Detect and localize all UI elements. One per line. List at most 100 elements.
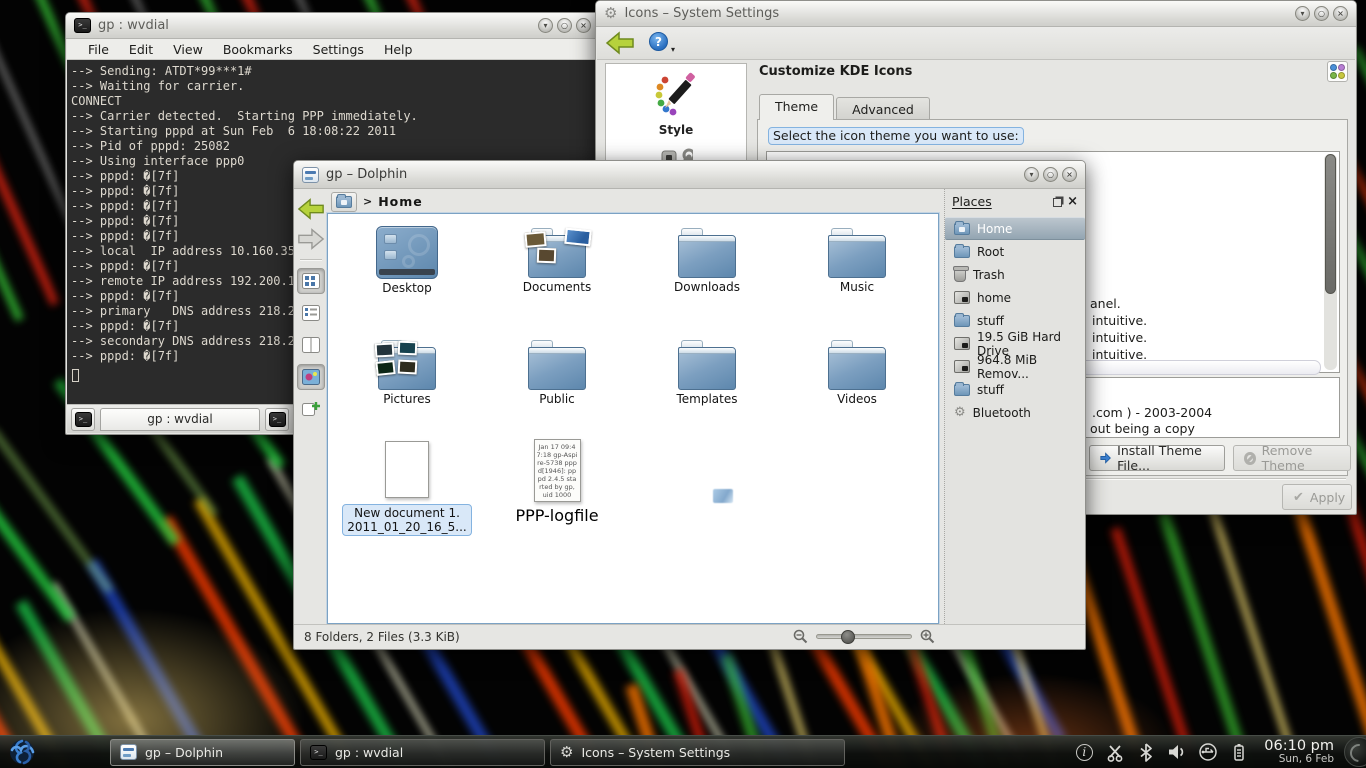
system-settings-titlebar[interactable]: ⚙ Icons – System Settings ▾ ○ × [596, 1, 1356, 27]
icons-view-icon [302, 273, 320, 289]
maximize-button[interactable]: ○ [557, 18, 572, 33]
theme-description-line: out being a copy [1090, 421, 1195, 436]
minimize-button[interactable]: ▾ [538, 18, 553, 33]
digital-clock[interactable]: 06:10 pm Sun, 6 Feb [1264, 739, 1334, 765]
new-tab-button-right[interactable]: >_ [265, 408, 289, 431]
sidebar-item-style[interactable]: Style [606, 64, 746, 137]
style-icon [653, 72, 699, 116]
removable-drive-icon [954, 360, 970, 373]
battery-icon[interactable] [1228, 741, 1250, 763]
place-bluetooth[interactable]: ⚙ Bluetooth [945, 401, 1085, 424]
klipper-scissors-icon[interactable] [1104, 741, 1126, 763]
folder-icon [678, 340, 736, 390]
dolphin-toolbar [294, 189, 327, 623]
dolphin-titlebar[interactable]: gp – Dolphin ▾ ○ × [294, 161, 1085, 189]
place-removable[interactable]: 964.8 MiB Remov... [945, 355, 1085, 378]
preview-toggle-button[interactable] [297, 364, 325, 390]
selected-file-label: New document 1. 2011_01_20_16_5... [342, 504, 471, 536]
panel-cashew-icon[interactable] [1344, 737, 1366, 767]
close-panel-icon[interactable]: × [1067, 197, 1078, 207]
konsole-tab[interactable]: gp : wvdial [100, 408, 260, 431]
forward-button[interactable] [297, 227, 325, 251]
back-button[interactable] [297, 197, 325, 221]
folder-label: Videos [784, 392, 930, 406]
place-stuff-2[interactable]: stuff [945, 378, 1085, 401]
folder-item-desktop[interactable]: Desktop [334, 220, 480, 332]
folder-item-pictures[interactable]: Pictures [334, 332, 480, 444]
details-view-button[interactable] [297, 300, 325, 326]
maximize-button[interactable]: ○ [1314, 6, 1329, 21]
file-item-ppp-logfile[interactable]: Jan 17 09:47:18 gp-Aspire-5738 pppd[1946… [484, 439, 630, 536]
task-wvdial[interactable]: >_ gp : wvdial [300, 739, 545, 766]
places-title: Places [952, 194, 1048, 209]
scrollbar[interactable] [1324, 154, 1337, 370]
menu-settings[interactable]: Settings [304, 41, 373, 58]
close-button[interactable]: × [1062, 167, 1077, 182]
zoom-in-icon[interactable] [920, 629, 935, 644]
scrollbar-thumb[interactable] [1325, 154, 1336, 294]
separator [300, 259, 322, 260]
task-system-settings[interactable]: ⚙ Icons – System Settings [550, 739, 845, 766]
folder-item-documents[interactable]: Documents [484, 220, 630, 332]
menu-help[interactable]: Help [375, 41, 422, 58]
folder-item-videos[interactable]: Videos [784, 332, 930, 444]
close-button[interactable]: × [576, 18, 591, 33]
zoom-out-icon[interactable] [793, 629, 808, 644]
usb-device-icon[interactable] [1197, 741, 1219, 763]
folder-item-public[interactable]: Public [484, 332, 630, 444]
folder-item-downloads[interactable]: Downloads [634, 220, 780, 332]
place-label: Bluetooth [973, 406, 1031, 420]
zoom-slider-handle[interactable] [841, 630, 855, 644]
tab-advanced[interactable]: Advanced [836, 97, 930, 120]
maximize-button[interactable]: ○ [1043, 167, 1058, 182]
place-home[interactable]: Home [945, 217, 1085, 240]
menu-file[interactable]: File [79, 41, 118, 58]
minimize-button[interactable]: ▾ [1295, 6, 1310, 21]
places-header: Places × [945, 189, 1085, 217]
remove-theme-label: Remove Theme [1262, 443, 1340, 473]
overview-button[interactable] [1327, 61, 1348, 82]
close-button[interactable]: × [1333, 6, 1348, 21]
file-item-new-document[interactable]: New document 1. 2011_01_20_16_5... [334, 439, 480, 536]
file-row: New document 1. 2011_01_20_16_5... Jan 1… [334, 439, 634, 536]
konsole-titlebar[interactable]: >_ gp : wvdial ▾ ○ × [66, 13, 599, 39]
place-trash[interactable]: Trash [945, 263, 1085, 286]
menu-edit[interactable]: Edit [120, 41, 162, 58]
place-root[interactable]: Root [945, 240, 1085, 263]
hard-drive-icon [954, 337, 970, 350]
app-launcher-button[interactable] [0, 738, 44, 766]
place-label: Home [977, 222, 1012, 236]
volume-icon[interactable] [1166, 741, 1188, 763]
apply-button[interactable]: ✔ Apply [1282, 484, 1352, 510]
folder-item-music[interactable]: Music [784, 220, 930, 332]
menu-bookmarks[interactable]: Bookmarks [214, 41, 302, 58]
install-theme-file-button[interactable]: Install Theme File... [1089, 445, 1225, 471]
float-panel-icon[interactable] [1053, 198, 1062, 207]
zoom-slider[interactable] [816, 634, 912, 639]
task-label: gp – Dolphin [145, 745, 223, 760]
info-icon[interactable]: i [1073, 741, 1095, 763]
help-button[interactable]: ? ▾ [649, 32, 675, 54]
icons-view-button[interactable] [297, 268, 325, 294]
place-home-partition[interactable]: home [945, 286, 1085, 309]
system-tray: i [1073, 741, 1250, 763]
task-dolphin[interactable]: gp – Dolphin [110, 739, 295, 766]
split-view-icon [302, 401, 320, 417]
back-arrow-icon[interactable] [605, 31, 635, 55]
split-view-button[interactable] [297, 396, 325, 422]
remove-theme-button[interactable]: Remove Theme [1233, 445, 1351, 471]
breadcrumb-home-button[interactable] [331, 192, 357, 212]
folder-view[interactable]: Desktop Documents Downloads [327, 213, 939, 624]
new-tab-button[interactable]: >_ [71, 408, 95, 431]
folder-label: Downloads [634, 280, 780, 294]
folder-item-templates[interactable]: Templates [634, 332, 780, 444]
gear-icon: ⚙ [560, 745, 573, 760]
details-view-icon [302, 305, 320, 321]
menu-view[interactable]: View [164, 41, 212, 58]
bluetooth-icon[interactable] [1135, 741, 1157, 763]
breadcrumb-home[interactable]: Home [378, 194, 423, 209]
minimize-button[interactable]: ▾ [1024, 167, 1039, 182]
tab-theme[interactable]: Theme [759, 94, 834, 120]
desktop-folder-icon [376, 226, 438, 279]
columns-view-button[interactable] [297, 332, 325, 358]
